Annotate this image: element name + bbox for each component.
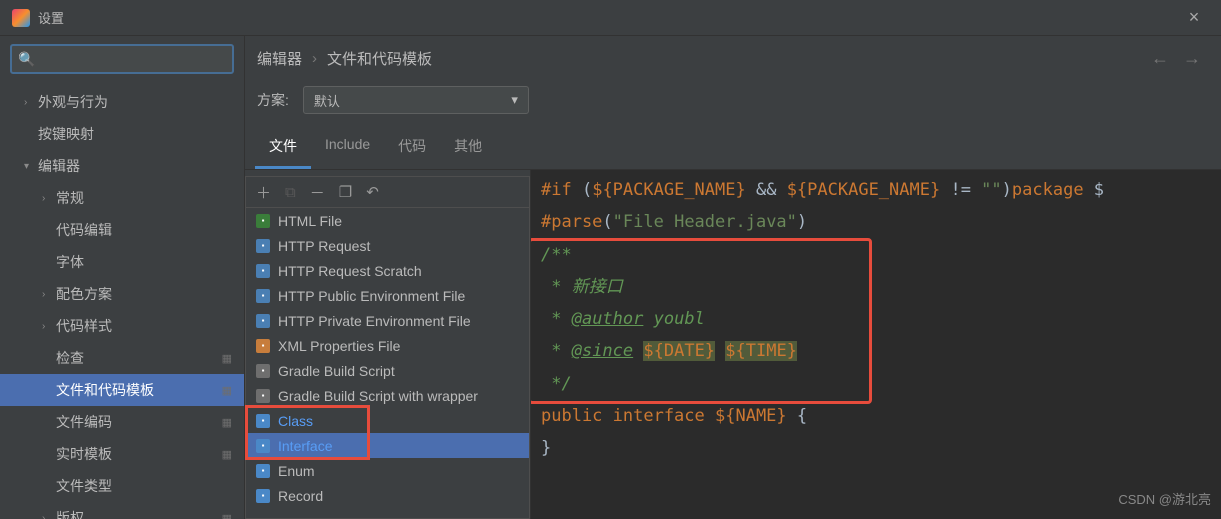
- file-type-icon: ▪: [256, 214, 270, 228]
- chevron-down-icon: ▾: [511, 92, 518, 108]
- file-type-icon: ▪: [256, 314, 270, 328]
- sidebar-item-10[interactable]: 文件编码▦: [0, 406, 244, 438]
- tab-1[interactable]: Include: [311, 126, 384, 169]
- app-icon: [12, 9, 30, 27]
- breadcrumb-sep: ›: [312, 50, 317, 67]
- file-type-icon: ▪: [256, 289, 270, 303]
- scheme-value: 默认: [314, 91, 340, 110]
- watermark: CSDN @游北亮: [1118, 488, 1211, 513]
- file-type-icon: ▪: [256, 364, 270, 378]
- config-icon: ▦: [222, 448, 232, 461]
- file-type-icon: ▪: [256, 339, 270, 353]
- close-icon[interactable]: ×: [1179, 7, 1209, 28]
- sidebar-item-4[interactable]: 代码编辑: [0, 214, 244, 246]
- template-item-11[interactable]: ▪Record: [246, 483, 529, 508]
- template-item-7[interactable]: ▪Gradle Build Script with wrapper: [246, 383, 529, 408]
- breadcrumb-parent[interactable]: 编辑器: [257, 48, 302, 69]
- settings-sidebar: 🔍 ›外观与行为按键映射▾编辑器›常规代码编辑字体›配色方案›代码样式检查▦文件…: [0, 36, 245, 519]
- file-type-icon: ▪: [256, 464, 270, 478]
- sidebar-item-9[interactable]: 文件和代码模板▦: [0, 374, 244, 406]
- scheme-label: 方案:: [257, 90, 289, 110]
- config-icon: ▦: [222, 512, 232, 519]
- template-item-5[interactable]: ▪XML Properties File: [246, 333, 529, 358]
- sidebar-item-2[interactable]: ▾编辑器: [0, 150, 244, 182]
- template-item-6[interactable]: ▪Gradle Build Script: [246, 358, 529, 383]
- sidebar-item-1[interactable]: 按键映射: [0, 118, 244, 150]
- content-panel: 编辑器 › 文件和代码模板 ← → 方案: 默认 ▾ 文件Include代码其他…: [245, 36, 1221, 519]
- template-item-9[interactable]: ▪Interface: [246, 433, 529, 458]
- file-type-icon: ▪: [256, 439, 270, 453]
- sidebar-item-3[interactable]: ›常规: [0, 182, 244, 214]
- remove-icon[interactable]: －: [310, 182, 325, 203]
- copy-template-icon: ⧉: [285, 184, 296, 201]
- sidebar-item-6[interactable]: ›配色方案: [0, 278, 244, 310]
- add-icon[interactable]: ＋: [256, 182, 271, 203]
- search-icon: 🔍: [18, 51, 35, 68]
- file-type-icon: ▪: [256, 389, 270, 403]
- template-item-4[interactable]: ▪HTTP Private Environment File: [246, 308, 529, 333]
- breadcrumb: 编辑器 › 文件和代码模板 ← →: [245, 36, 1221, 80]
- sidebar-item-11[interactable]: 实时模板▦: [0, 438, 244, 470]
- breadcrumb-current: 文件和代码模板: [327, 48, 432, 69]
- window-title: 设置: [38, 8, 1179, 27]
- revert-icon[interactable]: ↶: [366, 183, 379, 201]
- sidebar-item-0[interactable]: ›外观与行为: [0, 86, 244, 118]
- template-item-8[interactable]: ▪Class: [246, 408, 529, 433]
- sidebar-item-12[interactable]: 文件类型: [0, 470, 244, 502]
- sidebar-item-13[interactable]: ›版权▦: [0, 502, 244, 519]
- file-type-icon: ▪: [256, 239, 270, 253]
- scheme-select[interactable]: 默认 ▾: [303, 86, 529, 114]
- back-icon[interactable]: ←: [1151, 48, 1169, 69]
- tab-2[interactable]: 代码: [384, 126, 440, 169]
- sidebar-item-5[interactable]: 字体: [0, 246, 244, 278]
- file-type-icon: ▪: [256, 264, 270, 278]
- tab-0[interactable]: 文件: [255, 126, 311, 169]
- config-icon: ▦: [222, 384, 232, 397]
- code-editor[interactable]: #if (${PACKAGE_NAME} && ${PACKAGE_NAME} …: [531, 170, 1221, 519]
- template-item-1[interactable]: ▪HTTP Request: [246, 233, 529, 258]
- template-item-3[interactable]: ▪HTTP Public Environment File: [246, 283, 529, 308]
- forward-icon[interactable]: →: [1183, 48, 1201, 69]
- template-list: ▪HTML File▪HTTP Request▪HTTP Request Scr…: [245, 208, 530, 519]
- search-input[interactable]: 🔍: [10, 44, 234, 74]
- template-item-10[interactable]: ▪Enum: [246, 458, 529, 483]
- template-toolbar: ＋ ⧉ － ❐ ↶: [245, 176, 530, 208]
- tab-3[interactable]: 其他: [440, 126, 496, 169]
- template-item-0[interactable]: ▪HTML File: [246, 208, 529, 233]
- file-type-icon: ▪: [256, 414, 270, 428]
- sidebar-item-8[interactable]: 检查▦: [0, 342, 244, 374]
- tabs-row: 文件Include代码其他: [245, 126, 1221, 170]
- template-item-2[interactable]: ▪HTTP Request Scratch: [246, 258, 529, 283]
- config-icon: ▦: [222, 416, 232, 429]
- nav-list: ›外观与行为按键映射▾编辑器›常规代码编辑字体›配色方案›代码样式检查▦文件和代…: [0, 82, 244, 519]
- file-type-icon: ▪: [256, 489, 270, 503]
- config-icon: ▦: [222, 352, 232, 365]
- copy-icon[interactable]: ❐: [339, 183, 352, 201]
- title-bar: 设置 ×: [0, 0, 1221, 36]
- sidebar-item-7[interactable]: ›代码样式: [0, 310, 244, 342]
